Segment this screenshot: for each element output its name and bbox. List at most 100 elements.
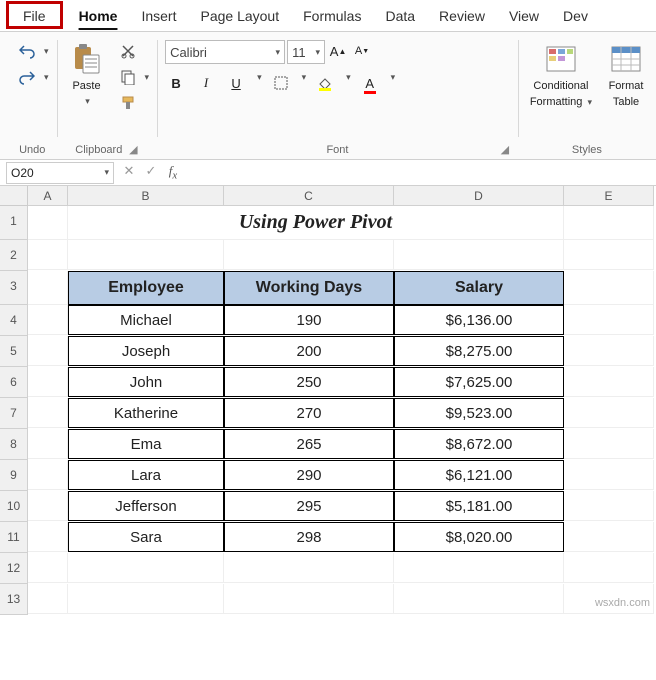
row-header-7[interactable]: 7 (0, 398, 28, 429)
tab-developer[interactable]: Dev (551, 0, 600, 32)
table-cell-employee-3[interactable]: Katherine (68, 398, 224, 428)
cell-a3[interactable] (28, 271, 68, 305)
row-header-8[interactable]: 8 (0, 429, 28, 460)
redo-dropdown[interactable]: ▾ (44, 72, 49, 83)
borders-dropdown[interactable]: ▾ (302, 72, 307, 94)
col-header-a[interactable]: A (28, 186, 68, 206)
cell-a6[interactable] (28, 367, 68, 397)
table-cell-days-0[interactable]: 190 (224, 305, 394, 335)
table-cell-employee-0[interactable]: Michael (68, 305, 224, 335)
tab-home[interactable]: Home (67, 0, 130, 32)
cell-e11[interactable] (564, 522, 654, 552)
row-header-10[interactable]: 10 (0, 491, 28, 522)
table-cell-employee-1[interactable]: Joseph (68, 336, 224, 366)
row-header-11[interactable]: 11 (0, 522, 28, 553)
cell-e12[interactable] (564, 553, 654, 583)
table-cell-days-2[interactable]: 250 (224, 367, 394, 397)
undo-button[interactable] (16, 40, 38, 62)
conditional-formatting-button[interactable]: Conditional Formatting ▾ (526, 40, 596, 110)
table-cell-salary-5[interactable]: $6,121.00 (394, 460, 564, 490)
table-cell-employee-5[interactable]: Lara (68, 460, 224, 490)
table-header-employee[interactable]: Employee (68, 271, 224, 305)
fill-color-button[interactable] (314, 72, 336, 94)
cell-e8[interactable] (564, 429, 654, 459)
format-painter-button[interactable] (117, 92, 139, 114)
tab-formulas[interactable]: Formulas (291, 0, 373, 32)
row-header-3[interactable]: 3 (0, 271, 28, 305)
cancel-formula-button[interactable]: ✕ (120, 163, 138, 182)
cell-a10[interactable] (28, 491, 68, 521)
cell-a2[interactable] (28, 240, 68, 270)
worksheet-grid[interactable]: A B C D E 1 Using Power Pivot 2 3 Employ… (0, 186, 656, 615)
underline-dropdown[interactable]: ▾ (257, 72, 262, 94)
font-name-combo[interactable]: Calibri ▾ (165, 40, 285, 64)
cell-e6[interactable] (564, 367, 654, 397)
decrease-font-button[interactable]: A▼ (351, 40, 373, 62)
cell-d2[interactable] (394, 240, 564, 270)
cell-a4[interactable] (28, 305, 68, 335)
table-header-working-days[interactable]: Working Days (224, 271, 394, 305)
cell-b13[interactable] (68, 584, 224, 614)
row-header-12[interactable]: 12 (0, 553, 28, 584)
cell-c2[interactable] (224, 240, 394, 270)
cell-a12[interactable] (28, 553, 68, 583)
cell-a1[interactable] (28, 206, 68, 240)
font-size-combo[interactable]: 11 ▾ (287, 40, 325, 64)
table-cell-days-1[interactable]: 200 (224, 336, 394, 366)
col-header-b[interactable]: B (68, 186, 224, 206)
cell-e2[interactable] (564, 240, 654, 270)
col-header-d[interactable]: D (394, 186, 564, 206)
bold-button[interactable]: B (165, 72, 187, 94)
font-launcher[interactable]: ◢ (500, 145, 510, 155)
cell-e1[interactable] (564, 206, 654, 240)
table-cell-salary-2[interactable]: $7,625.00 (394, 367, 564, 397)
select-all-corner[interactable] (0, 186, 28, 206)
cell-e5[interactable] (564, 336, 654, 366)
col-header-e[interactable]: E (564, 186, 654, 206)
cell-a8[interactable] (28, 429, 68, 459)
table-cell-employee-6[interactable]: Jefferson (68, 491, 224, 521)
table-cell-employee-2[interactable]: John (68, 367, 224, 397)
cell-d13[interactable] (394, 584, 564, 614)
fill-color-dropdown[interactable]: ▾ (346, 72, 351, 94)
tab-data[interactable]: Data (373, 0, 427, 32)
cell-e7[interactable] (564, 398, 654, 428)
fx-icon[interactable]: fx (164, 163, 182, 182)
row-header-6[interactable]: 6 (0, 367, 28, 398)
formula-input[interactable] (188, 162, 656, 184)
tab-view[interactable]: View (497, 0, 551, 32)
table-cell-days-6[interactable]: 295 (224, 491, 394, 521)
table-cell-salary-3[interactable]: $9,523.00 (394, 398, 564, 428)
italic-button[interactable]: I (195, 72, 217, 94)
enter-formula-button[interactable]: ✓ (142, 163, 160, 182)
table-cell-salary-0[interactable]: $6,136.00 (394, 305, 564, 335)
copy-dropdown[interactable]: ▾ (145, 72, 150, 83)
cell-c12[interactable] (224, 553, 394, 583)
table-cell-salary-4[interactable]: $8,672.00 (394, 429, 564, 459)
row-header-4[interactable]: 4 (0, 305, 28, 336)
row-header-13[interactable]: 13 (0, 584, 28, 615)
cell-b2[interactable] (68, 240, 224, 270)
name-box[interactable]: O20 ▾ (6, 162, 114, 184)
redo-button[interactable] (16, 66, 38, 88)
paste-button[interactable]: Paste ▾ (65, 40, 109, 109)
cell-e4[interactable] (564, 305, 654, 335)
font-color-button[interactable]: A (359, 72, 381, 94)
cell-e9[interactable] (564, 460, 654, 490)
format-as-table-button[interactable]: Format Table (604, 40, 648, 110)
copy-button[interactable] (117, 66, 139, 88)
cell-c13[interactable] (224, 584, 394, 614)
cell-e3[interactable] (564, 271, 654, 305)
cell-a7[interactable] (28, 398, 68, 428)
table-cell-salary-1[interactable]: $8,275.00 (394, 336, 564, 366)
table-cell-days-3[interactable]: 270 (224, 398, 394, 428)
table-cell-days-4[interactable]: 265 (224, 429, 394, 459)
table-cell-days-5[interactable]: 290 (224, 460, 394, 490)
col-header-c[interactable]: C (224, 186, 394, 206)
table-cell-salary-7[interactable]: $8,020.00 (394, 522, 564, 552)
cell-a5[interactable] (28, 336, 68, 366)
row-header-9[interactable]: 9 (0, 460, 28, 491)
paste-dropdown[interactable]: ▾ (85, 96, 90, 107)
sheet-title[interactable]: Using Power Pivot (68, 206, 564, 240)
font-color-dropdown[interactable]: ▾ (391, 72, 396, 94)
